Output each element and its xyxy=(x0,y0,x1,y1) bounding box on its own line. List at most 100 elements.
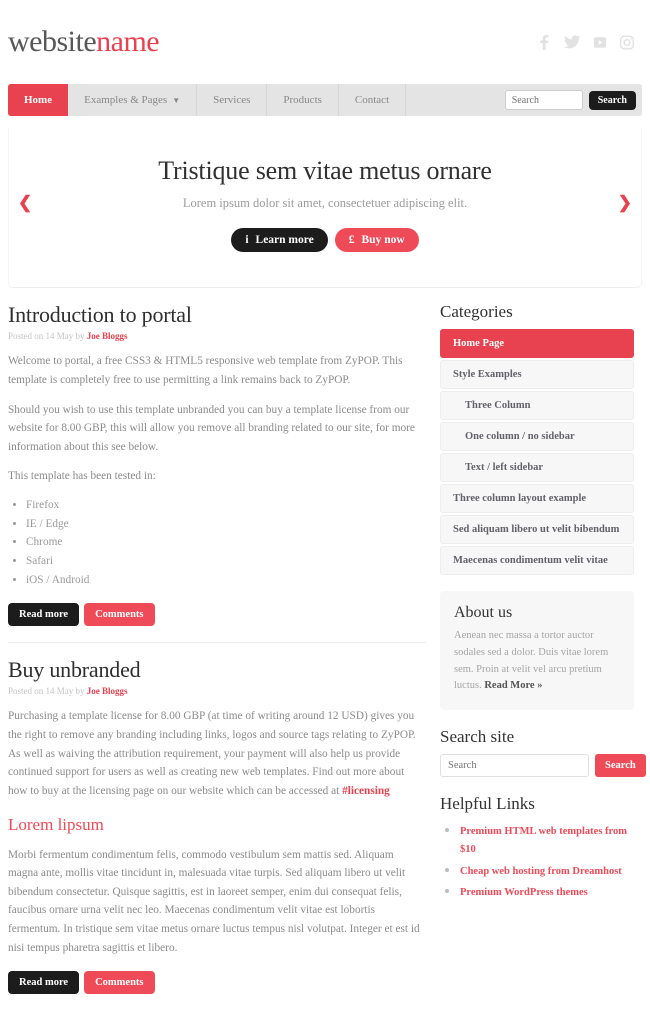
article-actions: Read more Comments xyxy=(8,971,426,995)
list-item: iOS / Android xyxy=(26,571,426,590)
list-item: Premium WordPress themes xyxy=(460,882,634,900)
helpful-links-section: Helpful Links Premium HTML web templates… xyxy=(440,794,634,900)
article-paragraph-2: Should you wish to use this template unb… xyxy=(8,403,415,453)
list-item: IE / Edge xyxy=(26,515,426,534)
list-item: Chrome xyxy=(26,533,426,552)
buy-now-button[interactable]: £ Buy now xyxy=(334,228,419,252)
about-us-text-wrap: Aenean nec massa a tortor auctor sodales… xyxy=(454,628,620,695)
nav-item-examples-pages[interactable]: Examples & Pages ▼ xyxy=(68,84,198,116)
search-input[interactable] xyxy=(440,754,589,778)
about-us-panel: About us Aenean nec massa a tortor aucto… xyxy=(440,591,634,711)
article-title: Buy unbranded xyxy=(8,657,141,683)
article-meta-date: Posted on 14 May by xyxy=(8,331,87,342)
carousel-prev-arrow[interactable]: ❮ xyxy=(18,194,32,211)
article-meta-date: Posted on 14 May by xyxy=(8,686,87,697)
instagram-icon[interactable] xyxy=(620,35,634,50)
article-actions: Read more Comments xyxy=(8,603,426,627)
categories-list: Home Page Style Examples Three Column On… xyxy=(440,329,634,575)
article-divider xyxy=(8,642,426,644)
helpful-link[interactable]: Premium HTML web templates from $10 xyxy=(460,826,627,855)
nav-item-label: Home xyxy=(24,94,53,106)
article-meta: Posted on 14 May by Joe Bloggs xyxy=(8,331,426,341)
article-paragraph-2: Morbi fermentum condimentum felis, commo… xyxy=(8,848,420,954)
list-item: Premium HTML web templates from $10 xyxy=(460,821,634,857)
main-column: Introduction to portal Posted on 14 May … xyxy=(8,302,426,1008)
logo-text-accent: name xyxy=(96,25,160,58)
youtube-icon[interactable] xyxy=(593,35,607,50)
site-header: websitename xyxy=(0,0,650,84)
search-button[interactable]: Search xyxy=(595,754,646,778)
list-item: Safari xyxy=(26,552,426,571)
search-site-title: Search site xyxy=(440,727,515,747)
article-introduction: Introduction to portal Posted on 14 May … xyxy=(8,302,426,627)
article-author-link[interactable]: Joe Bloggs xyxy=(87,686,128,696)
sidebar-item-three-column[interactable]: Three Column xyxy=(440,391,634,420)
nav-item-label: Contact xyxy=(354,94,390,106)
sidebar-item-three-column-layout-example[interactable]: Three column layout example xyxy=(440,484,634,513)
hero-buttons: i Learn more £ Buy now xyxy=(231,228,419,252)
sidebar-item-home-page[interactable]: Home Page xyxy=(440,329,634,358)
helpful-link[interactable]: Premium WordPress themes xyxy=(460,887,588,898)
content-area: Introduction to portal Posted on 14 May … xyxy=(0,288,650,1008)
comments-button[interactable]: Comments xyxy=(84,603,155,627)
licensing-link[interactable]: #licensing xyxy=(342,785,390,797)
learn-more-label: Learn more xyxy=(255,234,314,246)
article-subheading: Lorem lipsum xyxy=(8,814,104,834)
sidebar-item-one-column-no-sidebar[interactable]: One column / no sidebar xyxy=(440,422,634,451)
article-buy-unbranded: Buy unbranded Posted on 14 May by Joe Bl… xyxy=(8,657,426,995)
sidebar-item-style-examples[interactable]: Style Examples xyxy=(440,360,634,389)
list-item: Cheap web hosting from Dreamhost xyxy=(460,861,634,879)
search-site-form: Search xyxy=(440,754,646,778)
about-us-title: About us xyxy=(454,604,513,621)
logo-text-primary: website xyxy=(8,25,97,58)
main-navigation: Home Examples & Pages ▼ Services Product… xyxy=(8,84,642,116)
nav-item-products[interactable]: Products xyxy=(267,84,339,116)
info-icon: i xyxy=(245,234,249,246)
helpful-link[interactable]: Cheap web hosting from Dreamhost xyxy=(460,866,622,877)
helpful-links-list: Premium HTML web templates from $10 Chea… xyxy=(460,821,634,900)
nav-item-home[interactable]: Home xyxy=(8,84,69,116)
article-author-link[interactable]: Joe Bloggs xyxy=(87,331,128,341)
nav-item-label: Products xyxy=(283,94,322,106)
search-site-section: Search site Search xyxy=(440,727,646,778)
browser-support-list: Firefox IE / Edge Chrome Safari iOS / An… xyxy=(26,496,426,589)
sidebar-item-maecenas[interactable]: Maecenas condimentum velit vitae xyxy=(440,546,634,575)
buy-now-label: Buy now xyxy=(361,234,405,246)
sidebar: Categories Home Page Style Examples Thre… xyxy=(440,302,646,1008)
article-paragraph-3: This template has been tested in: xyxy=(8,470,156,483)
nav-item-contact[interactable]: Contact xyxy=(339,84,407,116)
article-title: Introduction to portal xyxy=(8,302,192,327)
sidebar-item-sed-aliquam[interactable]: Sed aliquam libero ut velit bibendum xyxy=(440,515,634,544)
chevron-down-icon: ▼ xyxy=(172,95,181,105)
nav-search-form: Search xyxy=(504,84,642,116)
read-more-button[interactable]: Read more xyxy=(8,971,80,995)
article-meta: Posted on 14 May by Joe Bloggs xyxy=(8,686,426,696)
hero-subtitle: Lorem ipsum dolor sit amet, consectetuer… xyxy=(182,196,468,210)
helpful-links-title: Helpful Links xyxy=(440,794,535,814)
nav-item-label: Examples & Pages xyxy=(84,94,168,106)
about-us-read-more-link[interactable]: Read More » xyxy=(484,680,542,691)
nav-item-services[interactable]: Services xyxy=(197,84,268,116)
nav-search-input[interactable] xyxy=(504,90,583,110)
categories-title: Categories xyxy=(440,302,513,321)
comments-button[interactable]: Comments xyxy=(84,971,155,995)
twitter-icon[interactable] xyxy=(564,35,580,49)
hero-title: Tristique sem vitae metus ornare xyxy=(158,156,492,185)
social-links xyxy=(538,34,642,50)
sidebar-item-text-left-sidebar[interactable]: Text / left sidebar xyxy=(440,453,634,482)
article-paragraph-1: Purchasing a template license for 8.00 G… xyxy=(8,707,426,800)
nav-items: Home Examples & Pages ▼ Services Product… xyxy=(8,84,407,116)
hero-carousel: ❮ ❯ Tristique sem vitae metus ornare Lor… xyxy=(8,128,642,288)
page-root: websitename Home Examples & Pages ▼ Serv… xyxy=(0,0,650,1009)
nav-search-button[interactable]: Search xyxy=(588,90,636,110)
read-more-button[interactable]: Read more xyxy=(8,603,80,627)
nav-item-label: Services xyxy=(213,94,251,106)
learn-more-button[interactable]: i Learn more xyxy=(231,228,328,252)
carousel-next-arrow[interactable]: ❯ xyxy=(618,194,632,211)
pound-icon: £ xyxy=(348,234,355,246)
list-item: Firefox xyxy=(26,496,426,515)
article-paragraph-1: Welcome to portal, a free CSS3 & HTML5 r… xyxy=(8,355,403,386)
site-logo[interactable]: websitename xyxy=(8,25,160,58)
facebook-icon[interactable] xyxy=(538,34,551,50)
